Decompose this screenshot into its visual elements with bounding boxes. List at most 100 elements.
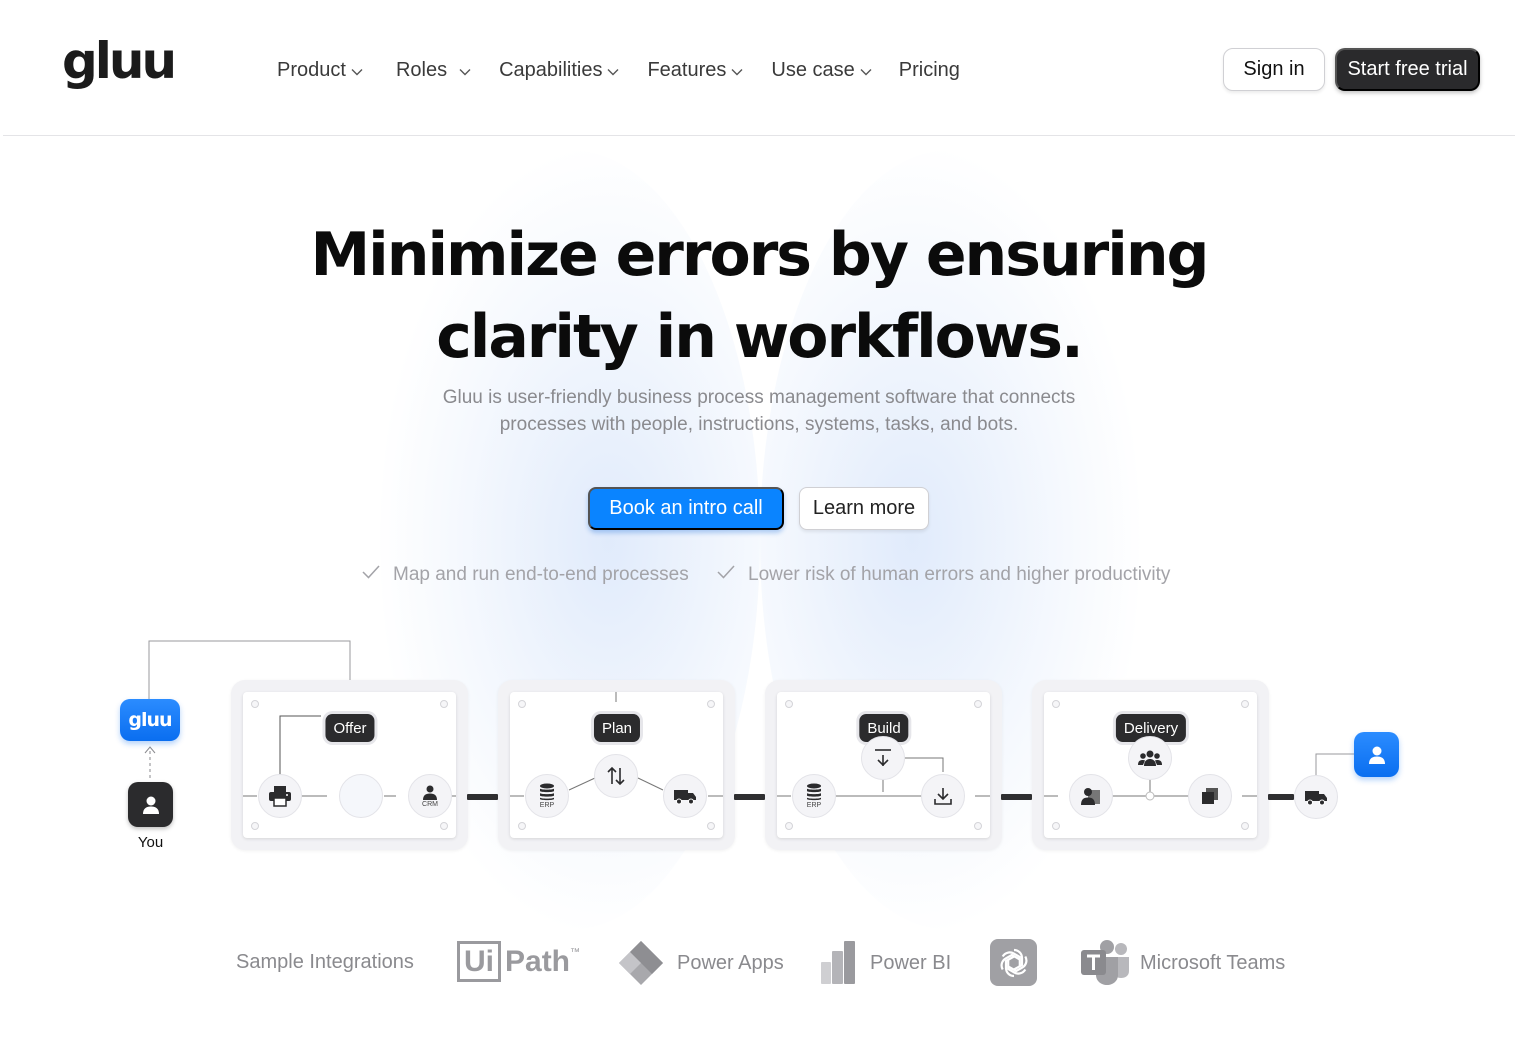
- group-node: [1128, 736, 1172, 780]
- stack-node: [1188, 774, 1232, 818]
- group-icon: [1138, 750, 1162, 766]
- power-bi-logo: Power BI: [821, 940, 951, 986]
- chevron-down-icon: [731, 59, 743, 82]
- stage-connector-bar: [467, 794, 498, 800]
- person-doc-node: [1069, 774, 1113, 818]
- check-item-1: Map and run end-to-end processes: [361, 562, 689, 588]
- gluu-app-tile: gluu: [120, 699, 180, 741]
- power-apps-logo: Power Apps: [617, 939, 784, 987]
- crm-caption: CRM: [422, 801, 438, 808]
- database-icon: [807, 783, 821, 801]
- process-diagram: gluu You Offer CRM Plan ERP Build ERP De…: [0, 620, 1518, 880]
- stage-plan: Plan ERP: [498, 680, 735, 850]
- stack-icon: [1202, 788, 1218, 804]
- stage-connector-bar: [1001, 794, 1032, 800]
- integrations-row: Sample Integrations Ui Path ™ Power Apps…: [0, 930, 1518, 990]
- hero-title-line-2: clarity in workflows.: [436, 302, 1084, 372]
- printer-node: [258, 774, 302, 818]
- printer-icon: [269, 786, 291, 807]
- chatgpt-icon: [990, 939, 1037, 986]
- person-icon: [142, 796, 159, 814]
- hero-subtitle-line-1: Gluu is user-friendly business process m…: [442, 387, 1076, 408]
- nav-pricing[interactable]: Pricing: [899, 59, 960, 82]
- power-bi-icon: [821, 941, 855, 984]
- you-label: You: [137, 834, 164, 851]
- truck-icon: [674, 790, 696, 805]
- uipath-ui-box: Ui: [457, 941, 501, 982]
- nav-roles[interactable]: Roles: [396, 59, 471, 82]
- stage-panel: Build ERP: [777, 692, 990, 838]
- stage-delivery: Delivery: [1032, 680, 1269, 850]
- header-divider: [3, 135, 1515, 136]
- microsoft-teams-icon: [1081, 940, 1129, 985]
- empty-node: [339, 774, 383, 818]
- start-free-trial-button[interactable]: Start free trial: [1335, 48, 1480, 91]
- nav-capabilities[interactable]: Capabilities: [499, 59, 619, 82]
- nav-use-case[interactable]: Use case: [771, 58, 872, 82]
- check-item-2: Lower risk of human errors and higher pr…: [716, 562, 1170, 588]
- erp-caption: ERP: [539, 802, 555, 809]
- stage-connector-bar: [734, 794, 765, 800]
- stage-build: Build ERP: [765, 680, 1002, 850]
- check-item-1-label: Map and run end-to-end processes: [393, 564, 689, 585]
- stage-panel: Plan ERP: [510, 692, 723, 838]
- truck-icon: [1305, 791, 1327, 806]
- download-node: [921, 774, 965, 818]
- microsoft-teams-label: Microsoft Teams: [1140, 951, 1286, 974]
- nav-roles-label: Roles: [395, 58, 448, 81]
- microsoft-teams-logo: Microsoft Teams: [1080, 939, 1285, 987]
- chevron-down-icon: [351, 59, 363, 82]
- erp-node: ERP: [525, 774, 569, 818]
- upload-icon: [875, 749, 891, 767]
- you-avatar: [128, 782, 173, 827]
- book-intro-call-button[interactable]: Book an intro call: [588, 487, 784, 530]
- swap-arrows-icon: [607, 766, 625, 786]
- nav-product-label: Product: [277, 58, 346, 81]
- upload-node: [861, 736, 905, 780]
- site-header: gluu Product Roles Capabilities Features…: [0, 0, 1518, 136]
- power-apps-label: Power Apps: [677, 951, 784, 974]
- hero-subtitle-line-2: processes with people, instructions, sys…: [499, 414, 1019, 435]
- main-nav: Product Roles Capabilities Features Use …: [277, 56, 960, 84]
- chevron-down-icon: [860, 59, 872, 82]
- power-apps-icon: [619, 941, 663, 985]
- final-truck-node: [1294, 775, 1338, 819]
- stage-connector-bar: [1268, 794, 1294, 800]
- gluu-logo[interactable]: gluu: [62, 36, 177, 86]
- hero-title: Minimize errors by ensuring clarity in w…: [259, 214, 1259, 378]
- check-item-2-label: Lower risk of human errors and higher pr…: [748, 564, 1171, 585]
- chevron-down-icon: [459, 59, 471, 82]
- nav-capabilities-label: Capabilities: [499, 58, 603, 81]
- erp-caption: ERP: [806, 802, 822, 809]
- uipath-tm: ™: [570, 947, 581, 958]
- chevron-down-icon: [607, 59, 619, 82]
- nav-features-label: Features: [647, 58, 727, 81]
- uipath-logo: Ui Path ™: [457, 941, 580, 982]
- download-icon: [934, 788, 952, 805]
- hero-title-line-1: Minimize errors by ensuring: [310, 220, 1209, 290]
- end-user-avatar: [1354, 732, 1399, 777]
- nav-product[interactable]: Product: [277, 59, 363, 82]
- nav-features[interactable]: Features: [647, 59, 743, 82]
- sign-in-button[interactable]: Sign in: [1223, 48, 1325, 91]
- stage-label-offer: Offer: [325, 714, 375, 742]
- swap-node: [594, 754, 638, 798]
- check-icon: [361, 564, 381, 586]
- crm-node: CRM: [408, 774, 452, 818]
- stage-label-plan: Plan: [593, 714, 641, 742]
- database-icon: [540, 783, 554, 801]
- nav-use-case-label: Use case: [771, 58, 855, 81]
- stage-offer: Offer CRM: [231, 680, 468, 850]
- diagram-connectors: [144, 640, 1354, 778]
- truck-node: [663, 774, 707, 818]
- uipath-path-text: Path: [505, 944, 571, 978]
- hero-subtitle: Gluu is user-friendly business process m…: [369, 384, 1149, 438]
- check-icon: [716, 564, 736, 586]
- openai-knot-icon: [1000, 948, 1027, 977]
- chatgpt-logo: [990, 939, 1037, 986]
- integrations-label: Sample Integrations: [236, 951, 414, 973]
- person-icon: [1368, 746, 1385, 764]
- learn-more-button[interactable]: Learn more: [799, 487, 929, 530]
- power-bi-label: Power BI: [870, 951, 952, 974]
- person-doc-icon: [1081, 788, 1100, 805]
